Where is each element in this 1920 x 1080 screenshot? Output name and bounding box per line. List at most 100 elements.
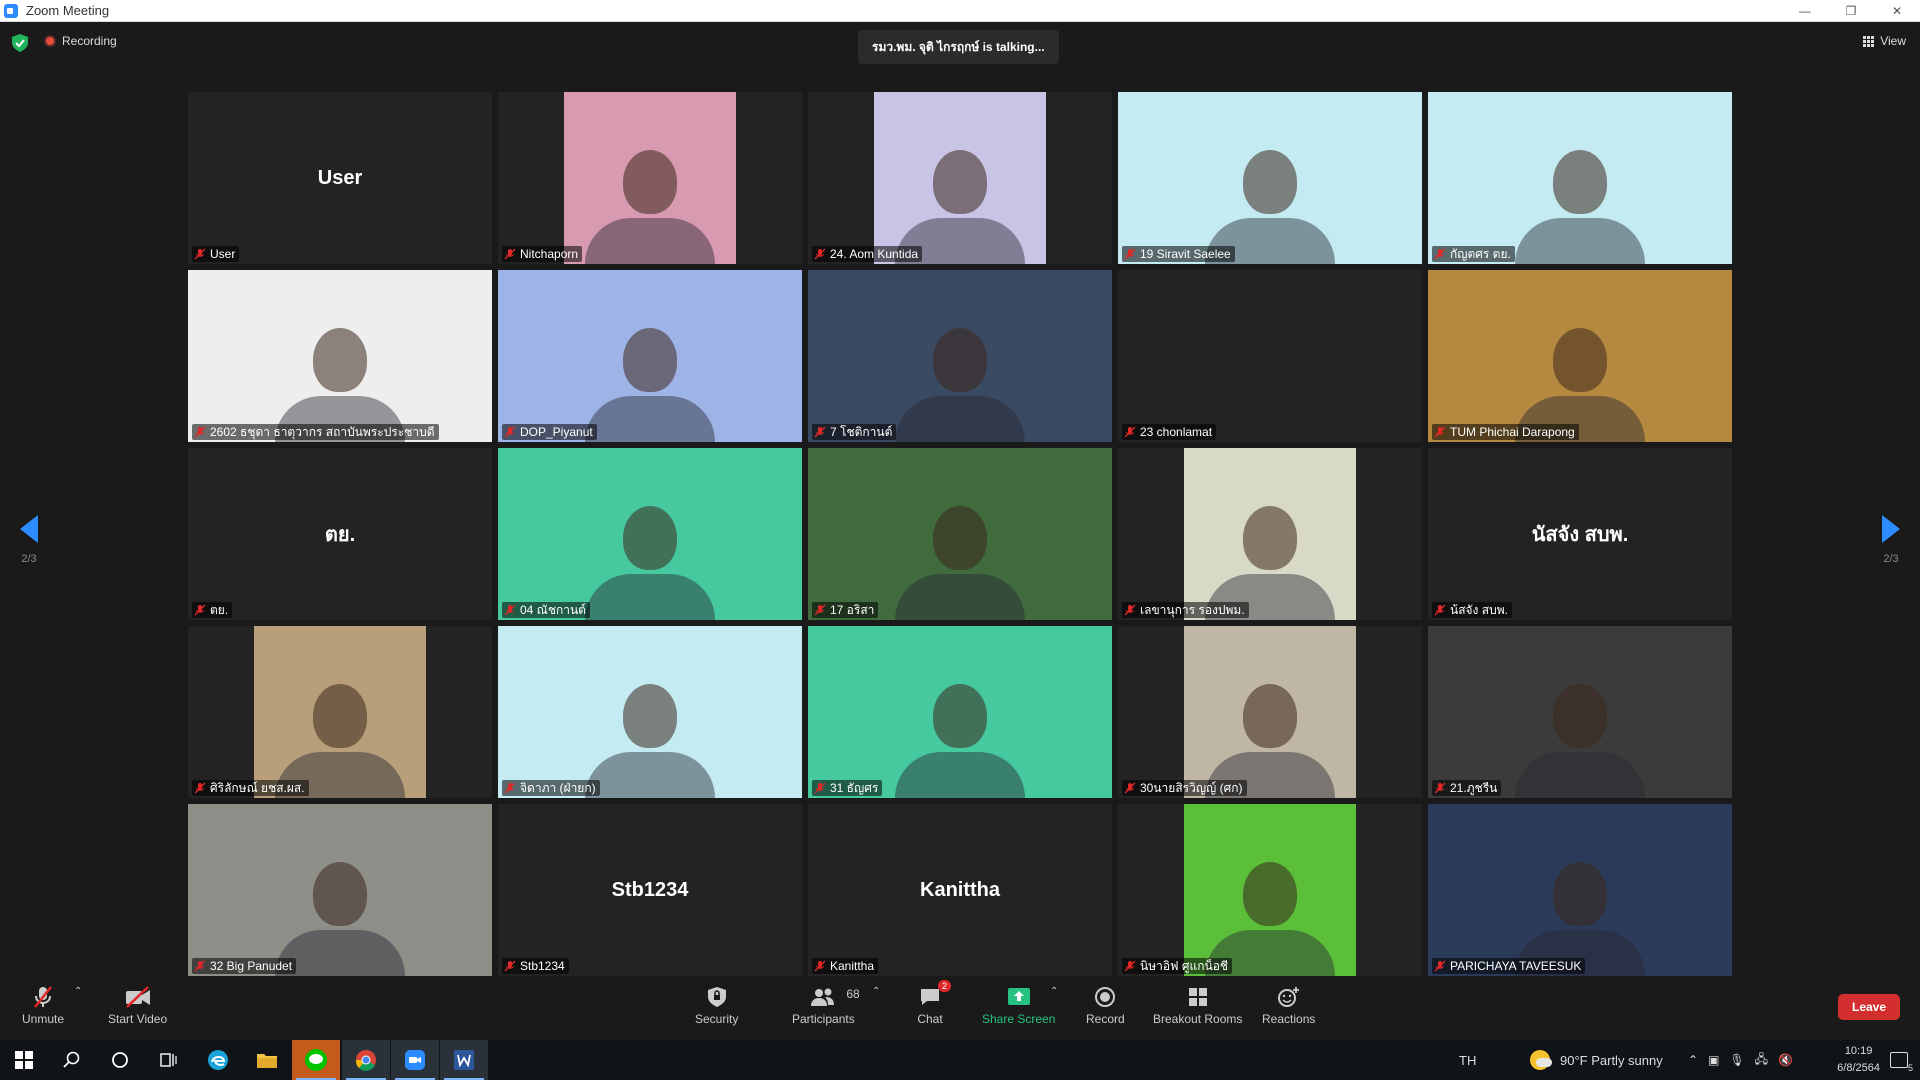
participant-tile[interactable]: 2602 ธชุดา ธาตุวากร สถาบันพระประชาบดี: [188, 270, 492, 442]
participant-tile[interactable]: 32 Big Panudet: [188, 804, 492, 976]
chat-button[interactable]: 2 Chat: [915, 980, 951, 1026]
participant-tile[interactable]: 31 ธัญศร: [808, 626, 1112, 798]
participant-tile[interactable]: ตย. ตย.: [188, 448, 492, 620]
search-icon[interactable]: [48, 1040, 96, 1080]
participant-tile[interactable]: TUM Phichai Darapong: [1428, 270, 1732, 442]
chevron-up-icon[interactable]: ⌃: [1688, 1053, 1698, 1067]
start-video-button[interactable]: Start Video: [108, 984, 167, 1026]
breakout-rooms-icon: [1183, 984, 1213, 1010]
participant-tile[interactable]: PARICHAYA TAVEESUK: [1428, 804, 1732, 976]
recording-label: Recording: [62, 34, 117, 48]
participant-tile[interactable]: 7 โชติกานต์: [808, 270, 1112, 442]
security-shield-icon[interactable]: [12, 34, 28, 52]
mic-muted-icon: [194, 782, 206, 794]
cortana-icon[interactable]: [96, 1040, 144, 1080]
participant-tile[interactable]: User User: [188, 92, 492, 264]
participant-name: ตย.: [210, 602, 229, 617]
participant-name-label: เลขานุการ รองปพม.: [1122, 602, 1249, 618]
participant-display-name: Stb1234: [611, 878, 689, 901]
zoom-taskbar-icon[interactable]: [391, 1040, 439, 1080]
participant-name: PARICHAYA TAVEESUK: [1450, 959, 1582, 973]
participant-name: น้สจัง สบพ.: [1450, 602, 1508, 617]
participant-video: [1428, 804, 1732, 976]
participant-tile[interactable]: 24. Aom Kuntida: [808, 92, 1112, 264]
unmute-button[interactable]: Unmute: [22, 984, 64, 1026]
mic-muted-icon: [1434, 782, 1446, 794]
participant-name-label: 04 ณัชกานต์: [502, 602, 590, 618]
participant-video: [1428, 92, 1732, 264]
participant-tile[interactable]: Kanittha Kanittha: [808, 804, 1112, 976]
next-page-button[interactable]: 2/3: [1876, 515, 1906, 565]
volume-muted-icon[interactable]: 🔇: [1778, 1053, 1793, 1067]
person-silhouette: [1243, 506, 1297, 571]
participant-name: DOP_Piyanut: [520, 425, 593, 439]
microphone-icon[interactable]: 🎙: [1729, 1053, 1744, 1067]
participant-video: [1118, 92, 1422, 264]
system-clock[interactable]: 10:19 6/8/2564: [1837, 1043, 1880, 1077]
weather-widget[interactable]: 90°F Partly sunny: [1530, 1040, 1663, 1080]
participant-name: 31 ธัญศร: [830, 780, 879, 795]
minimize-button[interactable]: —: [1782, 0, 1828, 22]
line-app-icon[interactable]: [292, 1040, 340, 1080]
breakout-rooms-button[interactable]: Breakout Rooms: [1153, 984, 1242, 1026]
clock-time: 10:19: [1844, 1045, 1873, 1057]
person-silhouette: [313, 862, 367, 927]
record-button[interactable]: Record: [1086, 984, 1125, 1026]
participant-tile[interactable]: นิษาอิฟ ศูแกน็อชี: [1118, 804, 1422, 976]
participant-video: [1184, 448, 1356, 620]
file-explorer-icon[interactable]: [243, 1040, 291, 1080]
participant-tile[interactable]: 30นายสิรวิญญ์ (ศก): [1118, 626, 1422, 798]
windows-start-icon[interactable]: [0, 1040, 48, 1080]
share-screen-button[interactable]: Share Screen: [982, 984, 1055, 1026]
participant-video: [874, 92, 1046, 264]
participant-tile[interactable]: 23 chonlamat: [1118, 270, 1422, 442]
participant-tile[interactable]: เลขานุการ รองปพม.: [1118, 448, 1422, 620]
participant-tile[interactable]: Nitchaporn: [498, 92, 802, 264]
security-button[interactable]: Security: [695, 984, 738, 1026]
view-button[interactable]: View: [1863, 34, 1906, 48]
participant-tile[interactable]: 04 ณัชกานต์: [498, 448, 802, 620]
notification-center-icon[interactable]: 5: [1890, 1040, 1913, 1080]
recording-indicator[interactable]: Recording: [44, 34, 117, 48]
reactions-button[interactable]: Reactions: [1262, 984, 1315, 1026]
participant-tile[interactable]: DOP_Piyanut: [498, 270, 802, 442]
participants-button[interactable]: 68 Participants: [792, 984, 860, 1026]
restore-button[interactable]: ❐: [1828, 0, 1874, 22]
chrome-icon[interactable]: [342, 1040, 390, 1080]
record-icon: [1090, 984, 1120, 1010]
participant-name-label: 32 Big Panudet: [192, 958, 297, 974]
share-options-caret[interactable]: ⌃: [1050, 986, 1058, 997]
window-titlebar: Zoom Meeting — ❐ ✕: [0, 0, 1920, 22]
participant-video: [1184, 804, 1356, 976]
participant-tile[interactable]: 21.ภูชรีน: [1428, 626, 1732, 798]
audio-options-caret[interactable]: ⌃: [74, 986, 82, 997]
participant-name-label: Stb1234: [502, 958, 569, 974]
language-indicator[interactable]: TH: [1459, 1040, 1476, 1080]
participant-name: เลขานุการ รองปพม.: [1140, 602, 1245, 617]
participant-name: 7 โชติกานต์: [830, 424, 893, 439]
participant-tile[interactable]: 19 Siravit Saelee: [1118, 92, 1422, 264]
close-button[interactable]: ✕: [1874, 0, 1920, 22]
participant-tile[interactable]: Stb1234 Stb1234: [498, 804, 802, 976]
participant-tile[interactable]: กัญตศร ตย.: [1428, 92, 1732, 264]
edge-browser-icon[interactable]: [194, 1040, 242, 1080]
participants-options-caret[interactable]: ⌃: [872, 986, 880, 997]
person-body: [1515, 752, 1645, 798]
network-icon[interactable]: 🖧: [1755, 1050, 1768, 1071]
participant-tile[interactable]: ศิริลักษณ์ ยชส.ผส.: [188, 626, 492, 798]
participant-name-label: นิษาอิฟ ศูแกน็อชี: [1122, 958, 1233, 974]
participant-name: จิดาภา (ฝ่ายก): [520, 780, 596, 795]
participant-name-label: 31 ธัญศร: [812, 780, 883, 796]
participant-name-label: TUM Phichai Darapong: [1432, 424, 1579, 440]
participant-name-label: 24. Aom Kuntida: [812, 246, 923, 262]
prev-page-button[interactable]: 2/3: [14, 515, 44, 565]
participant-tile[interactable]: จิดาภา (ฝ่ายก): [498, 626, 802, 798]
word-icon[interactable]: [440, 1040, 488, 1080]
participant-tile[interactable]: 17 อริสา: [808, 448, 1112, 620]
meet-now-icon[interactable]: ▣: [1708, 1053, 1719, 1067]
participant-tile[interactable]: นัสจัง สบพ. น้สจัง สบพ.: [1428, 448, 1732, 620]
task-view-icon[interactable]: [144, 1040, 192, 1080]
mic-muted-icon: [814, 782, 826, 794]
leave-button[interactable]: Leave: [1838, 994, 1900, 1020]
start-video-label: Start Video: [108, 1012, 168, 1026]
